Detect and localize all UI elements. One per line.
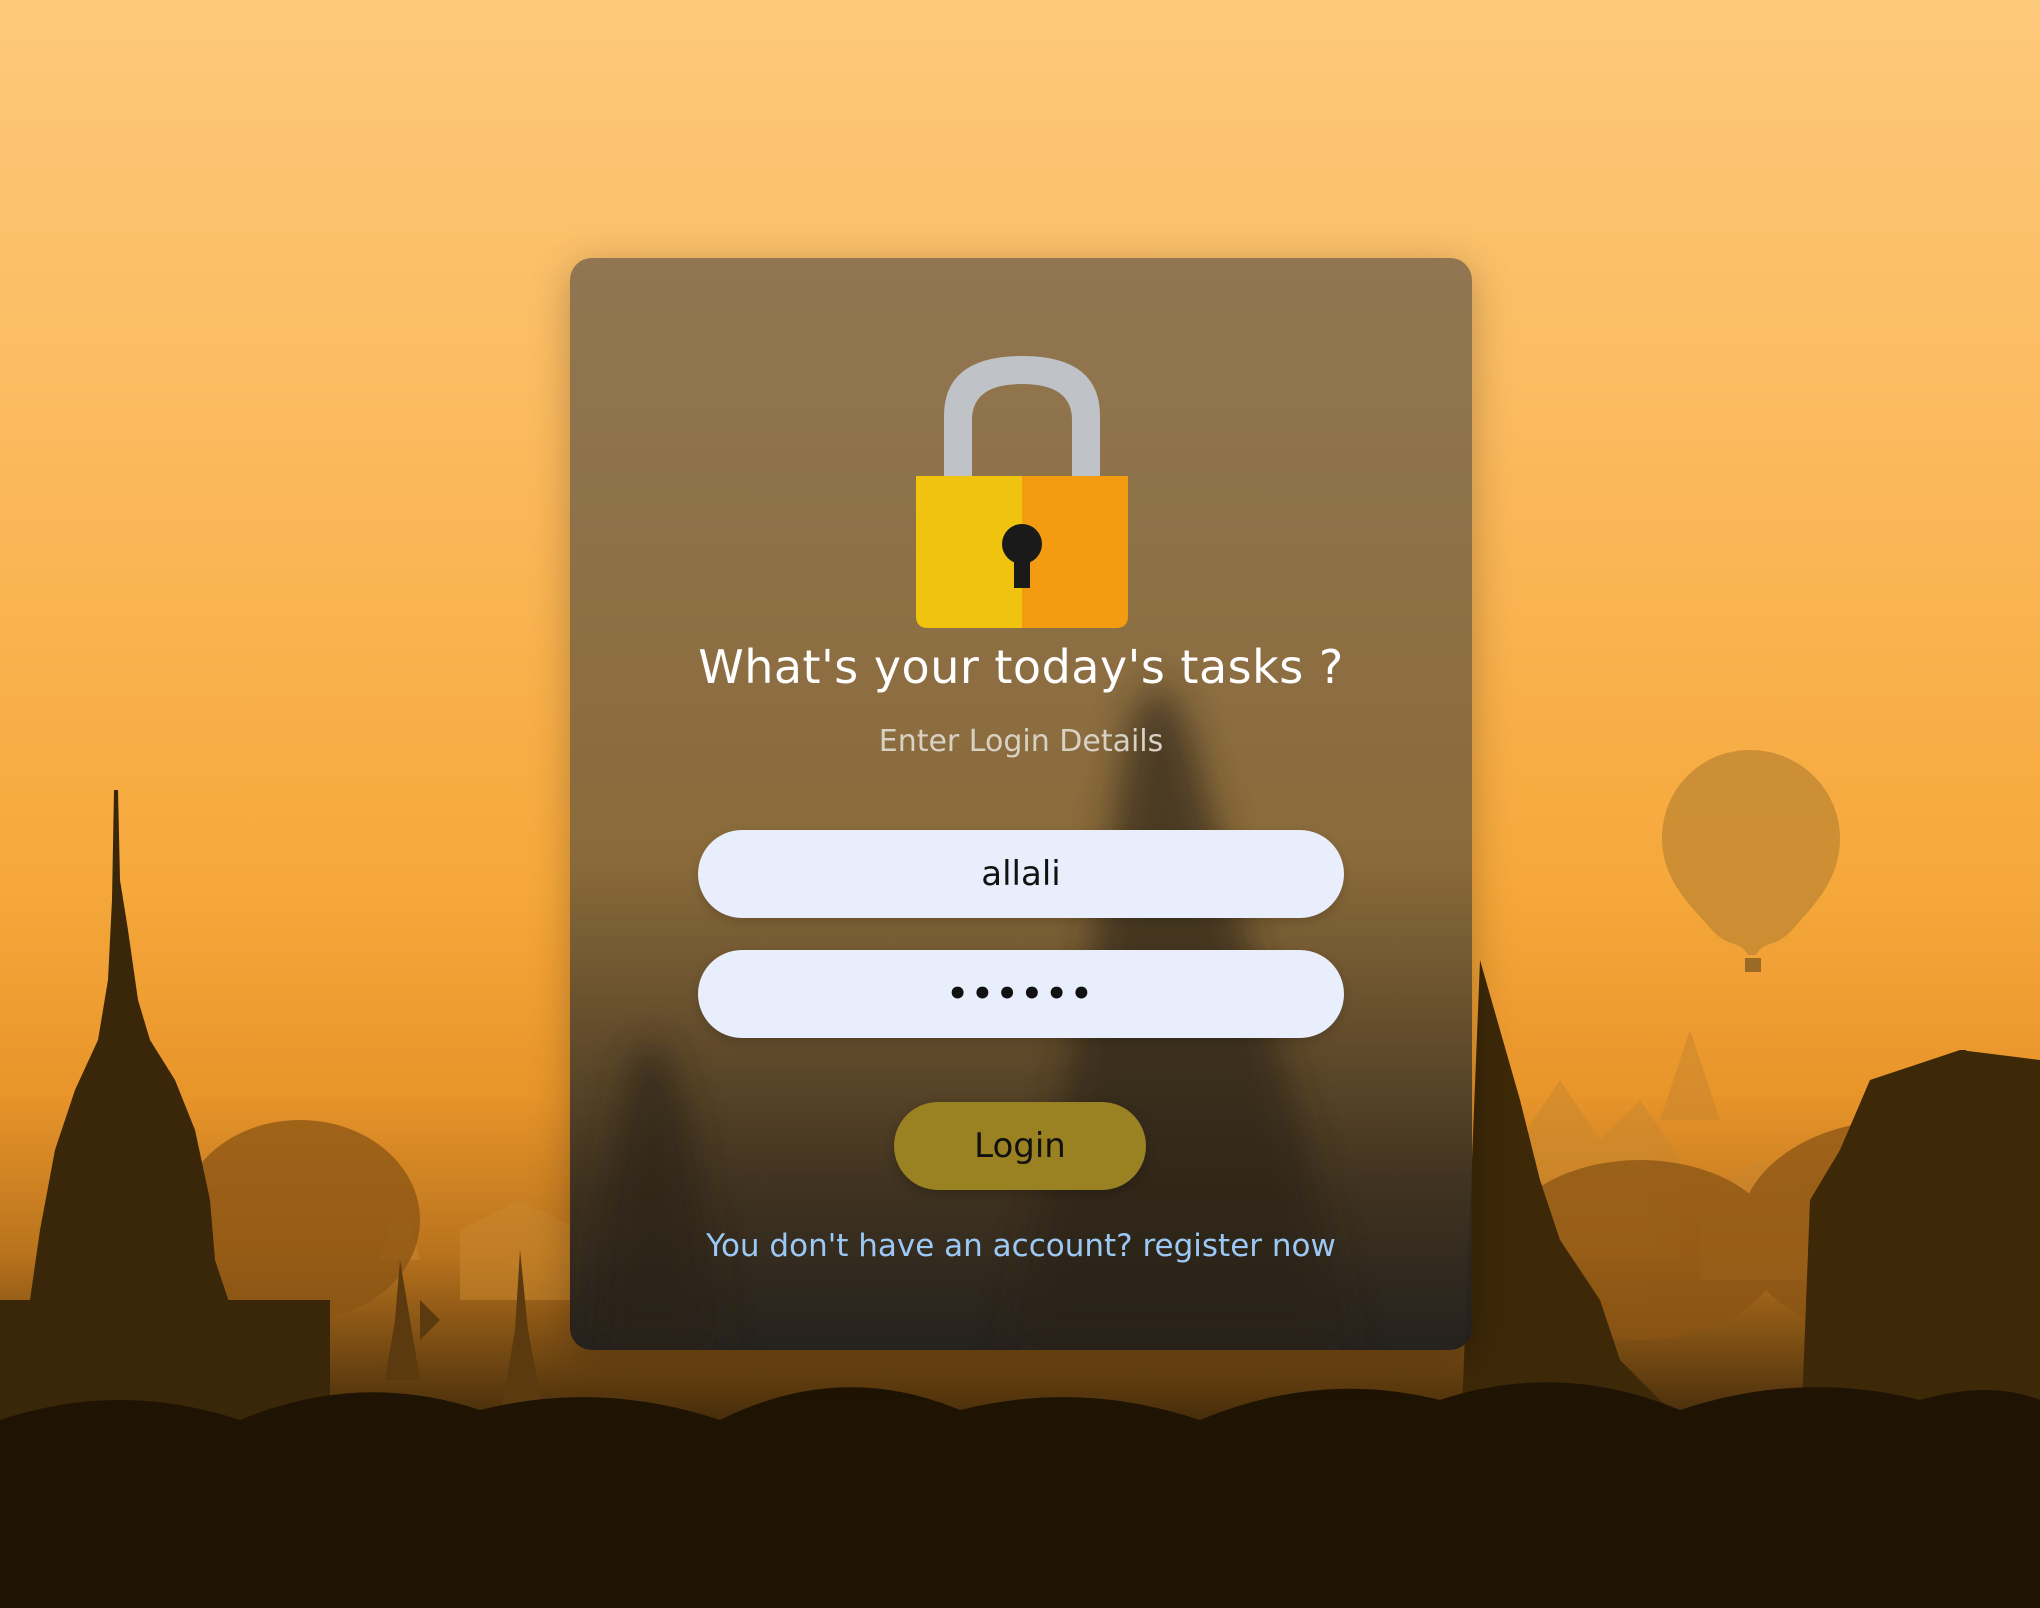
login-button[interactable]: Login [894,1102,1146,1190]
register-link[interactable]: You don't have an account? register now [570,1228,1472,1264]
hot-air-balloon [1662,750,1840,972]
lock-icon [916,356,1128,628]
login-subtitle: Enter Login Details [878,724,1164,759]
page-title: What's your today's tasks ? [698,640,1344,694]
login-card: What's your today's tasks ? Enter Login … [570,258,1472,1350]
password-field[interactable] [698,950,1344,1038]
username-field[interactable] [698,830,1344,918]
